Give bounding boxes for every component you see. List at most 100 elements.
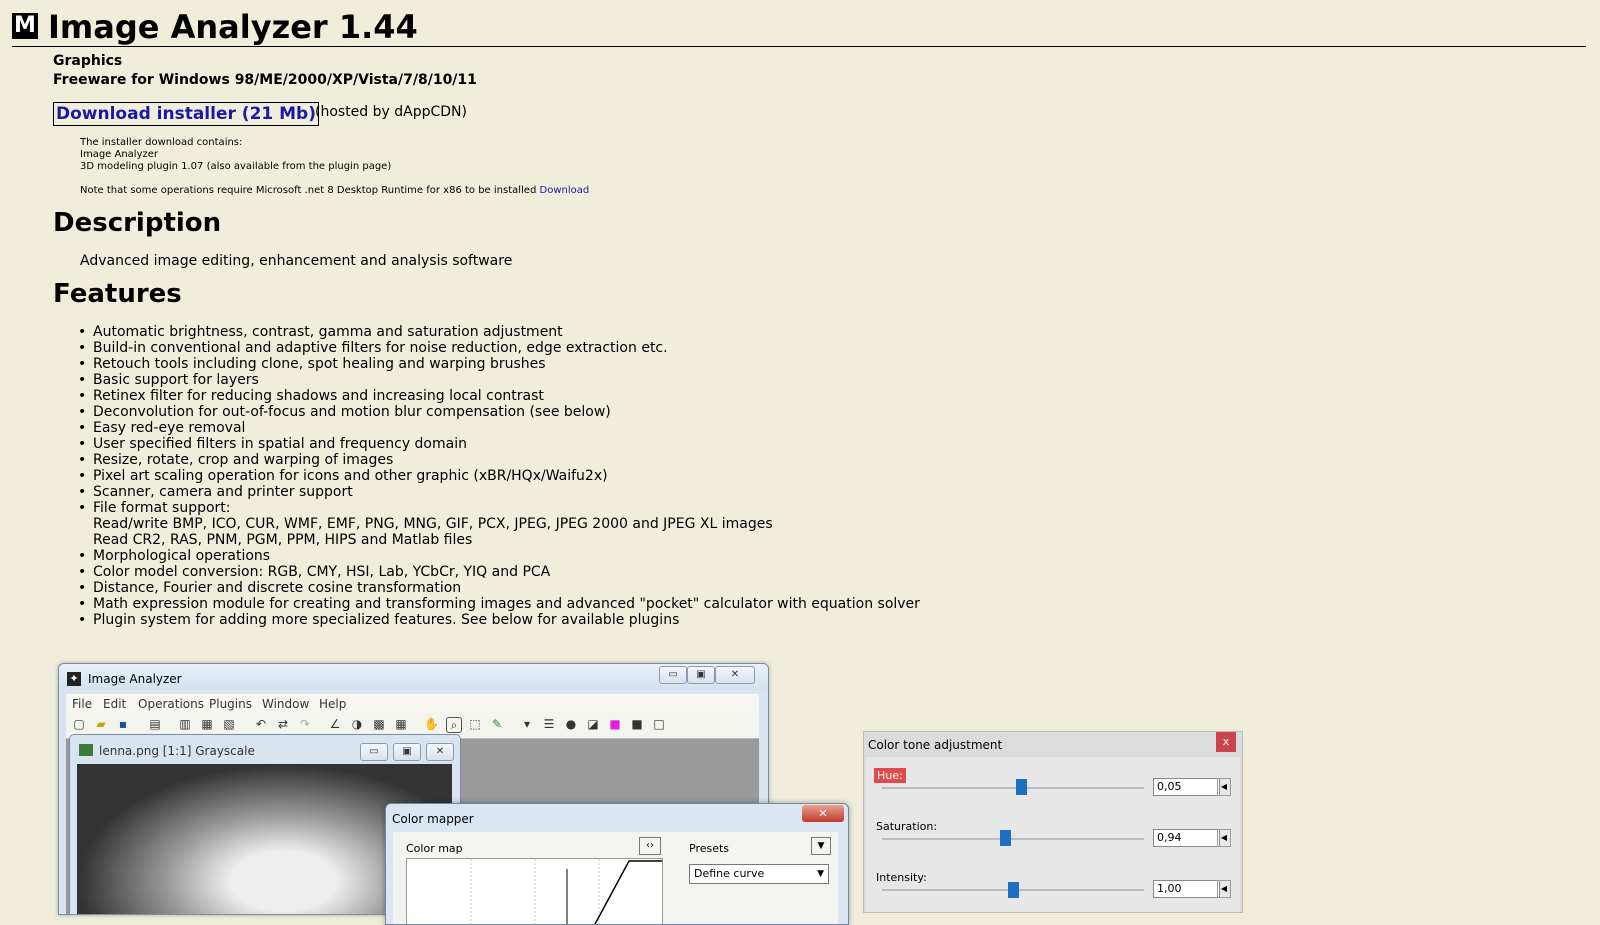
colors-icon: ◪ [587,717,599,731]
child-maximize-icon: ▣ [393,743,421,761]
brush-icon: ● [565,717,577,731]
title-divider [12,46,1586,47]
foreground-color-icon: ■ [609,717,621,731]
runtime-download-link[interactable]: Download [540,185,590,196]
menu-operations: Operations [138,697,204,711]
installer-item: Image Analyzer [80,149,159,160]
hue-slider-track [882,787,1144,789]
page-title: Image Analyzer 1.44 [48,8,418,46]
menu-file: File [72,697,93,711]
child-window-title: lenna.png [1:1] Grayscale [99,744,255,758]
feature-item: Math expression module for creating and … [78,596,920,612]
menu-bar: File Edit Operations Plugins Window Help [66,694,759,712]
feature-item: Resize, rotate, crop and warping of imag… [78,452,920,468]
installer-item: 3D modeling plugin 1.07 (also available … [80,161,392,172]
white-color-icon: □ [653,717,665,731]
download-installer-button[interactable]: Download installer (21 Mb) [53,102,319,126]
swap-arrows-icon: ‹› [639,837,661,855]
description-text: Advanced image editing, enhancement and … [80,253,513,269]
color-mapper-window: Color mapper ✕ Color map ‹› Presets ▼ De… [385,803,849,925]
tone-close-icon: x [1216,732,1236,752]
feature-item: Morphological operations [78,548,920,564]
feature-subitem: Read CR2, RAS, PNM, PGM, PPM, HIPS and M… [93,532,473,548]
select-rect-icon: ⬚ [469,717,481,731]
select-chevron-icon: ▼ [817,869,824,879]
description-heading: Description [53,208,222,238]
swap-icon: ⇄ [277,717,289,731]
intensity-spin-icon: ◀ [1217,880,1231,898]
contrast-icon: ◑ [351,717,363,731]
copy-icon: ▧ [223,717,235,731]
preset-select: Define curve ▼ [689,864,829,884]
hosted-note: (hosted by dAppCDN) [315,104,467,120]
zoom-icon: ⌕ [446,717,462,733]
feature-item: Plugin system for adding more specialize… [78,612,920,628]
feature-item: Basic support for layers [78,372,920,388]
grid-icon: ▦ [395,717,407,731]
maximize-icon: ▣ [687,666,715,684]
main-window-titlebar: ✦ Image Analyzer ▭ ▣ ✕ [59,664,768,690]
color-tone-body: Hue: 0,05 ◀ Saturation: 0,94 ◀ Intensity… [866,757,1240,912]
menu-plugins: Plugins [209,697,252,711]
hue-value-field: 0,05 [1153,778,1220,796]
menu-window: Window [262,697,310,711]
platform-label: Freeware for Windows 98/ME/2000/XP/Vista… [53,72,477,88]
saturation-slider-thumb [1000,830,1012,846]
presets-dropdown-icon: ▼ [811,837,831,855]
menu-edit: Edit [103,697,127,711]
open-folder-icon: ▰ [96,717,106,731]
feature-item: Retouch tools including clone, spot heal… [78,356,920,372]
features-heading: Features [53,279,182,309]
save-icon: ▪ [118,717,128,731]
saturation-spin-icon: ◀ [1217,829,1231,847]
feature-item: Easy red-eye removal [78,420,920,436]
pencil-icon: ✎ [491,717,503,731]
intensity-value-field: 1,00 [1153,880,1220,898]
installer-contents-label: The installer download contains: [80,137,243,148]
undo-icon: ↶ [255,717,267,731]
color-tone-window: Color tone adjustment x Hue: 0,05 ◀ Satu… [863,731,1243,913]
runtime-note-text: Note that some operations require Micros… [80,185,537,196]
child-minimize-icon: ▭ [360,743,388,761]
feature-item: Deconvolution for out-of-focus and motio… [78,404,920,420]
feature-item: File format support: [78,500,920,516]
dropdown-icon: ▾ [523,717,531,731]
presets-label: Presets [689,842,730,855]
mapper-close-icon: ✕ [802,805,844,822]
intensity-label: Intensity: [876,871,927,884]
color-mapper-body: Color map ‹› Presets ▼ Define curve ▼ [393,832,838,924]
hue-label: Hue: [874,768,906,783]
layers-icon: ▩ [373,717,385,731]
category-label: Graphics [53,53,123,69]
hand-icon: ✋ [424,717,439,731]
image-icon [79,744,93,756]
color-map-plot [406,858,663,924]
curve-icon: ∠ [329,717,341,731]
feature-item: Automatic brightness, contrast, gamma an… [78,324,920,340]
minimize-icon: ▭ [659,666,687,684]
print-icon: ▤ [149,717,161,731]
intensity-slider-thumb [1008,882,1019,898]
feature-item: Retinex filter for reducing shadows and … [78,388,920,404]
feature-item: Build-in conventional and adaptive filte… [78,340,920,356]
saturation-value-field: 0,94 [1153,829,1220,847]
menu-help: Help [319,697,347,711]
saturation-slider-track [882,838,1144,840]
hue-spin-icon: ◀ [1217,778,1231,796]
feature-subitem: Read/write BMP, ICO, CUR, WMF, EMF, PNG,… [93,516,773,532]
saturation-label: Saturation: [876,820,938,833]
hue-slider-thumb [1015,779,1027,795]
paste-icon: ▥ [179,717,191,731]
preset-value: Define curve [694,867,765,880]
feature-item: User specified filters in spatial and fr… [78,436,920,452]
paste-new-icon: ▦ [201,717,213,731]
site-logo: M [12,13,38,39]
main-window-title: Image Analyzer [88,672,182,686]
runtime-note: Note that some operations require Micros… [80,185,589,196]
close-icon: ✕ [715,666,755,684]
new-file-icon: ▢ [73,717,85,731]
black-color-icon: ■ [631,717,643,731]
app-icon: ✦ [67,672,81,686]
feature-item: Scanner, camera and printer support [78,484,920,500]
feature-item: Color model conversion: RGB, CMY, HSI, L… [78,564,920,580]
